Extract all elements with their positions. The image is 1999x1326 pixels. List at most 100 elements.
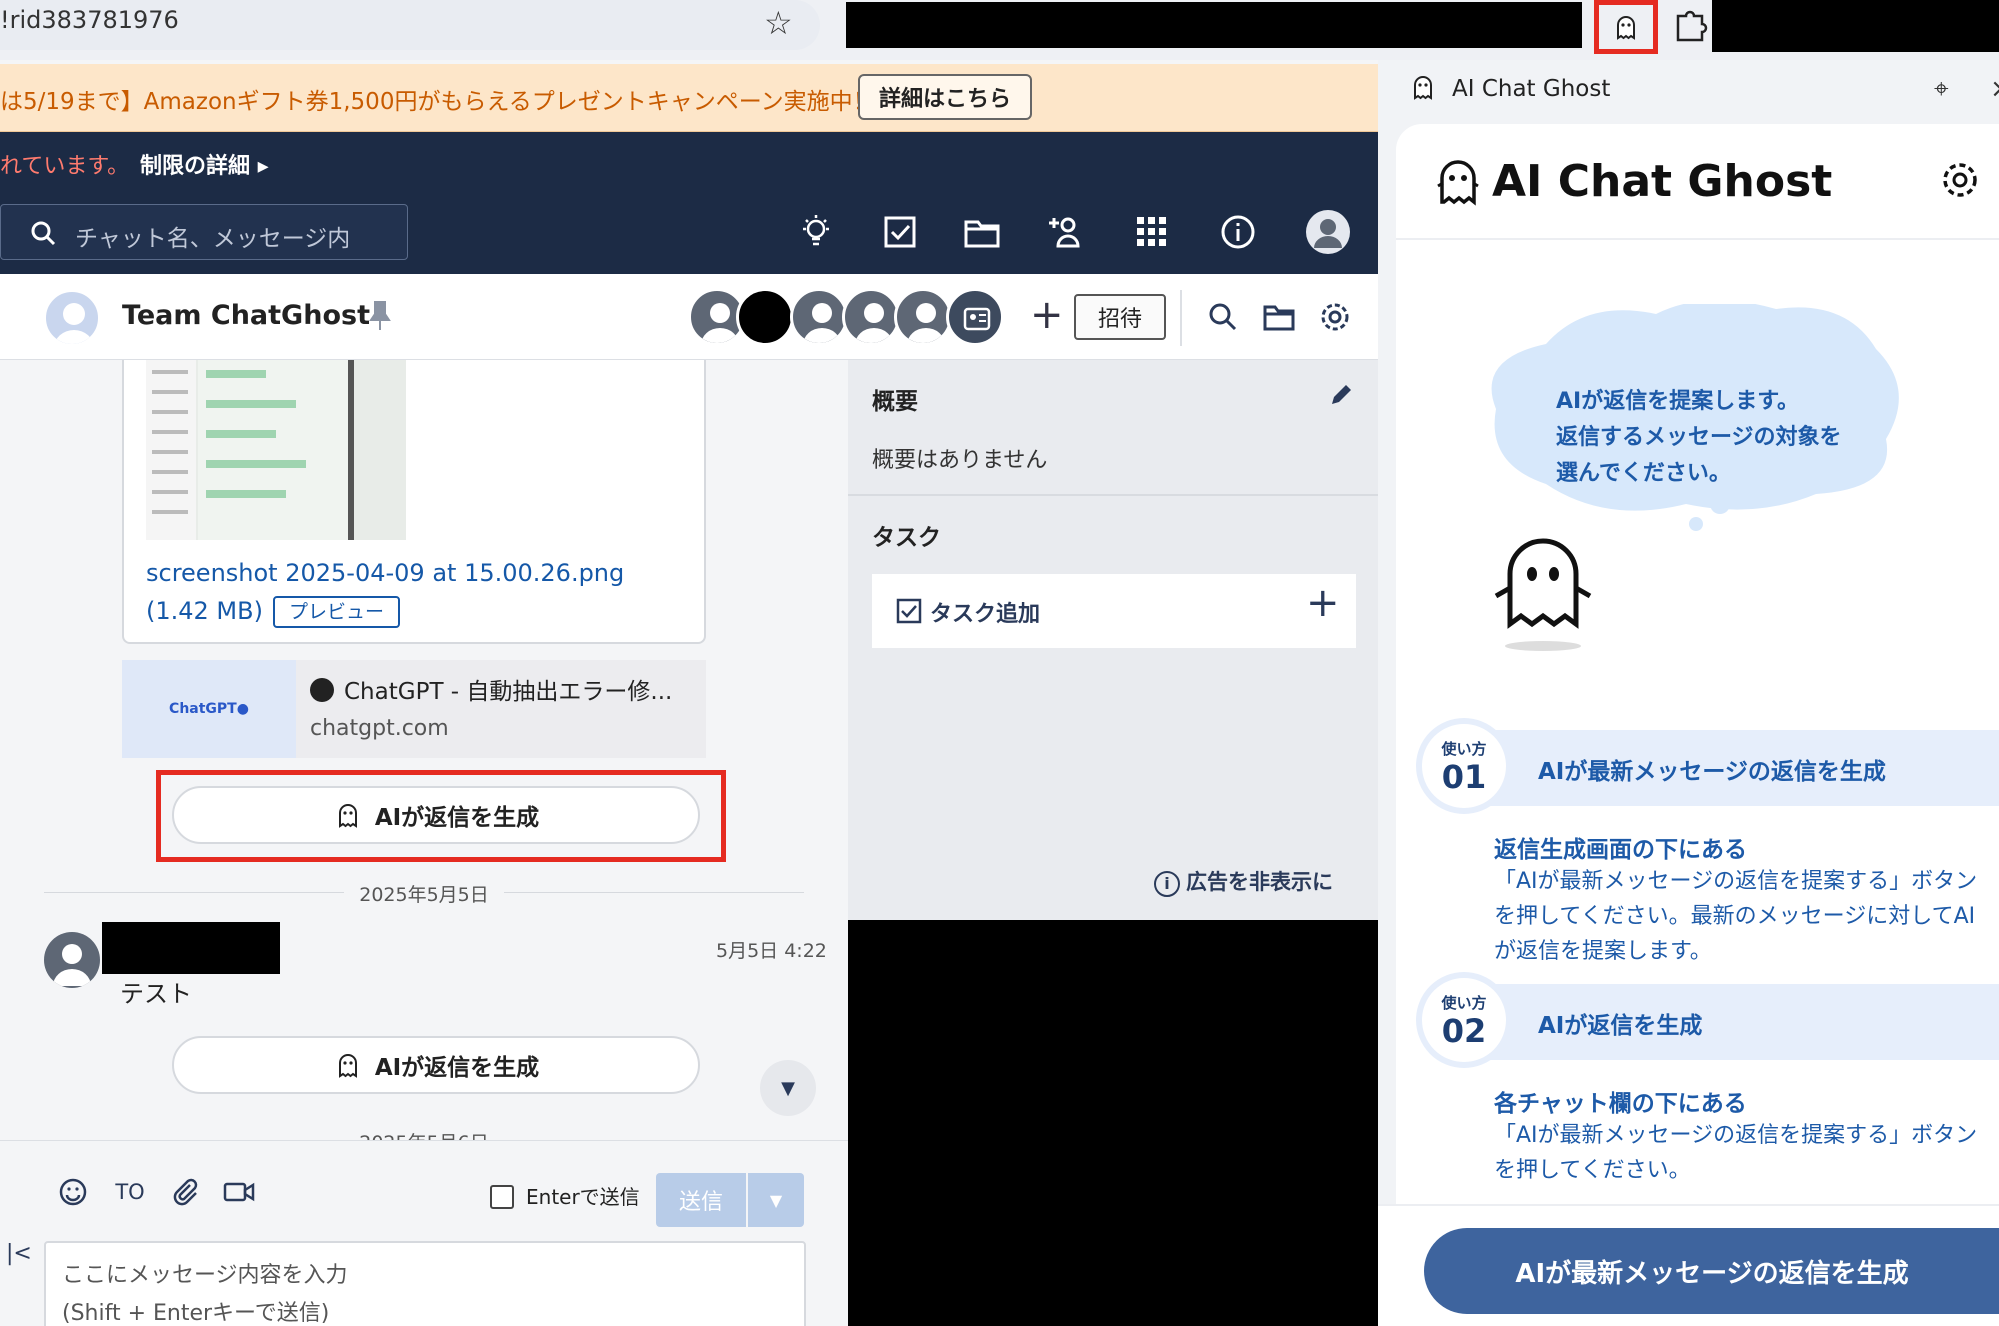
link-title-text: ChatGPT - 自動抽出エラー修... <box>344 679 673 705</box>
room-files-folder-icon[interactable] <box>1260 298 1298 336</box>
ai-generate-reply-label: AIが返信を生成 <box>374 805 540 831</box>
side-panel-titlebar: AI Chat Ghost ⌖ × <box>1378 60 1999 120</box>
cloud-line: 返信するメッセージの対象を <box>1556 425 1842 450</box>
settings-gear-icon[interactable] <box>1940 160 1980 200</box>
step-label: 使い方 <box>1441 993 1487 1012</box>
global-nav: チャット名、メッセージ内 <box>0 190 1378 274</box>
add-member-plus-icon[interactable]: + <box>1030 292 1064 338</box>
message-text: テスト <box>120 980 192 1008</box>
divider <box>1180 290 1182 346</box>
room-header: Team ChatGhost + 招待 <box>0 274 1378 360</box>
openai-logo-icon <box>310 678 334 702</box>
member-avatar[interactable] <box>790 288 848 346</box>
link-domain: chatgpt.com <box>310 716 449 741</box>
user-avatar[interactable] <box>1306 210 1350 254</box>
step-02-badge: 使い方 02 <box>1416 972 1512 1068</box>
room-avatar <box>44 290 100 346</box>
message-input[interactable]: ここにメッセージ内容を入力 (Shift + Enterキーで送信) <box>44 1241 806 1326</box>
unpin-icon[interactable]: ⌖ <box>1934 74 1949 105</box>
add-task-button[interactable]: タスク追加 + <box>872 574 1356 648</box>
step-02-title: AIが返信を生成 <box>1538 1013 1703 1039</box>
member-avatar[interactable] <box>842 288 900 346</box>
address-bar[interactable]: !rid383781976 ☆ <box>0 0 820 50</box>
promo-text: は5/19まで】Amazonギフト券1,500円がもらえるプレゼントキャンペーン… <box>0 89 876 115</box>
extensions-puzzle-icon[interactable] <box>1672 4 1708 44</box>
overview-text: 概要はありません <box>872 448 1048 473</box>
to-mention-button[interactable]: TO <box>110 1175 150 1209</box>
step-01-title: AIが最新メッセージの返信を生成 <box>1538 759 1886 785</box>
info-icon[interactable] <box>1218 212 1258 252</box>
task-title: タスク <box>872 525 941 551</box>
preview-button[interactable]: プレビュー <box>272 596 400 628</box>
ghost-icon <box>338 804 357 828</box>
promo-banner: は5/19まで】Amazonギフト券1,500円がもらえるプレゼントキャンペーン… <box>0 64 1378 132</box>
message-placeholder-line1: ここにメッセージ内容を入力 <box>62 1263 348 1288</box>
close-icon[interactable]: × <box>1990 74 1999 104</box>
plus-icon: + <box>1306 580 1340 626</box>
limit-notice-bar: れています。 制限の詳細 ▸ <box>0 132 1378 190</box>
file-link[interactable]: screenshot 2025-04-09 at 15.00.26.png (1… <box>146 554 686 630</box>
pin-icon[interactable] <box>368 300 392 336</box>
search-placeholder: チャット名、メッセージ内 <box>75 226 351 252</box>
side-panel-title: AI Chat Ghost <box>1452 76 1611 102</box>
task-check-icon[interactable] <box>880 212 920 252</box>
lightbulb-icon[interactable] <box>796 212 836 252</box>
checkbox-icon <box>896 598 922 624</box>
member-avatar[interactable] <box>894 288 952 346</box>
ai-generate-reply-button[interactable]: AIが返信を生成 <box>172 786 700 844</box>
generate-latest-reply-button[interactable]: AIが最新メッセージの返信を生成 <box>1424 1228 1999 1314</box>
enter-to-send-checkbox[interactable] <box>490 1185 514 1209</box>
folder-icon[interactable] <box>962 212 1002 252</box>
chat-search-input[interactable]: チャット名、メッセージ内 <box>0 204 408 260</box>
add-task-label: タスク追加 <box>930 602 1041 627</box>
invite-button[interactable]: 招待 <box>1074 294 1166 340</box>
member-list-icon[interactable] <box>946 288 1004 346</box>
step-01-subtitle: 返信生成画面の下にある <box>1494 837 1747 863</box>
ghost-mascot-icon <box>1494 538 1592 651</box>
scroll-down-chevron-icon[interactable]: ▼ <box>760 1060 816 1116</box>
extension-side-panel: AI Chat Ghost ⌖ × AI Chat Ghost AIが返信を提案… <box>1378 60 1999 1326</box>
step-number: 02 <box>1441 1011 1487 1050</box>
redacted-area <box>1712 0 1999 52</box>
link-thumbnail: ChatGPT● <box>122 660 296 758</box>
room-search-icon[interactable] <box>1204 298 1242 336</box>
link-title[interactable]: ChatGPT - 自動抽出エラー修... <box>310 672 672 706</box>
bookmark-star-icon[interactable]: ☆ <box>764 4 793 42</box>
member-avatar-redacted[interactable] <box>736 288 794 346</box>
emoji-icon[interactable] <box>56 1175 90 1209</box>
step-01-badge: 使い方 01 <box>1416 718 1512 814</box>
edit-pencil-icon[interactable] <box>1328 382 1354 412</box>
limit-details-link[interactable]: 制限の詳細 ▸ <box>140 148 269 180</box>
apps-grid-icon[interactable] <box>1132 212 1172 252</box>
screen: !rid383781976 ☆ は5/19まで】Amazonギフト券1,500円… <box>0 0 1999 1326</box>
ai-generate-reply-label: AIが返信を生成 <box>374 1055 540 1081</box>
video-call-icon[interactable] <box>222 1175 256 1209</box>
add-contact-icon[interactable] <box>1046 212 1086 252</box>
ai-generate-reply-button[interactable]: AIが返信を生成 <box>172 1036 700 1094</box>
file-attachment-card: screenshot 2025-04-09 at 15.00.26.png (1… <box>122 360 706 644</box>
step-01-body: 「AIが最新メッセージの返信を提案する」ボタンを押してください。最新のメッセージ… <box>1494 869 1978 964</box>
collapse-sidebar-icon[interactable]: |< <box>6 1241 32 1266</box>
side-panel-footer: AIが最新メッセージの返信を生成 <box>1378 1204 1999 1326</box>
cloud-line: AIが返信を提案します。 <box>1556 389 1800 414</box>
cloud-text: AIが返信を提案します。 返信するメッセージの対象を 選んでください。 <box>1556 384 1842 492</box>
browser-toolbar: !rid383781976 ☆ <box>0 0 1999 60</box>
step-02-subtitle: 各チャット欄の下にある <box>1494 1091 1747 1117</box>
url-text: !rid383781976 <box>0 6 179 34</box>
ai-chat-ghost-extension-button[interactable] <box>1594 0 1658 54</box>
search-icon <box>31 221 56 246</box>
hide-ads-link[interactable]: i 広告を非表示に <box>1154 866 1333 897</box>
attach-file-paperclip-icon[interactable] <box>168 1175 202 1209</box>
send-options-chevron-down-icon[interactable]: ▼ <box>748 1173 804 1227</box>
message-composer: TO Enterで送信 送信 ▼ |< ここにメッセージ内容を入力 (Shift… <box>0 1140 848 1326</box>
room-settings-gear-icon[interactable] <box>1316 298 1354 336</box>
overview-title: 概要 <box>872 389 918 415</box>
ghost-logo-icon <box>1437 160 1479 206</box>
message-avatar[interactable] <box>44 932 100 988</box>
ghost-icon <box>338 1054 357 1078</box>
send-button[interactable]: 送信 <box>656 1173 746 1227</box>
divider <box>848 494 1378 496</box>
link-preview-card[interactable]: ChatGPT● ChatGPT - 自動抽出エラー修... chatgpt.c… <box>122 660 706 758</box>
file-thumbnail[interactable] <box>146 360 406 540</box>
promo-details-button[interactable]: 詳細はこちら <box>858 74 1032 120</box>
